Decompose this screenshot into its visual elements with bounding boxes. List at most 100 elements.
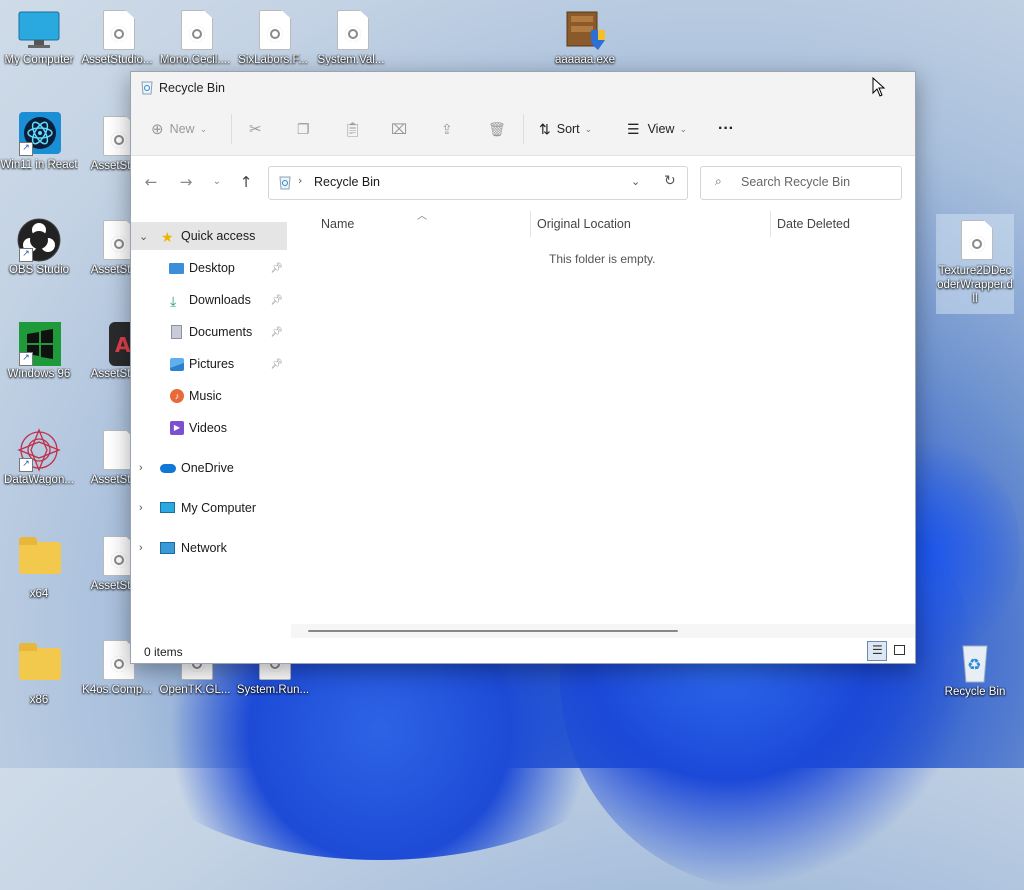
view-button[interactable]: ☰ View ⌄	[627, 113, 687, 145]
nav-item-my-computer[interactable]: › My Computer	[131, 494, 287, 522]
horizontal-scrollbar[interactable]	[291, 624, 915, 638]
desktop-icon-texture2d-dll[interactable]: Texture2DDecoderWrapper.dll	[936, 214, 1014, 314]
dll-file-icon	[953, 218, 997, 262]
desktop-icon-x64-folder[interactable]: x64	[0, 534, 78, 600]
desktop-icon-win11-react[interactable]: ↗ Win11 in React	[0, 112, 78, 172]
nav-item-videos[interactable]: ▶ Videos	[131, 414, 287, 442]
clipboard-icon: 📋︎	[344, 120, 362, 137]
nav-label: Quick access	[181, 229, 256, 243]
desktop-icon-dll[interactable]: SixLabors.F...	[234, 8, 312, 66]
desktop-icon-label: aaaaaa.exe	[554, 54, 616, 66]
column-divider[interactable]	[530, 211, 531, 237]
details-view-button[interactable]: ☰	[867, 641, 887, 661]
pin-icon[interactable]: 📌︎	[270, 327, 283, 338]
desktop-icon-recycle-bin[interactable]: ♻ Recycle Bin	[936, 640, 1014, 698]
chevron-down-icon: ⌄	[199, 123, 208, 134]
column-header-name[interactable]: Name	[321, 217, 354, 231]
pin-icon[interactable]: 📌︎	[270, 263, 283, 274]
address-path: Recycle Bin	[314, 175, 380, 189]
download-arrow-icon: ⤓	[170, 292, 177, 309]
desktop-icon-label: x86	[29, 694, 49, 706]
copy-button[interactable]: ❐	[297, 113, 310, 145]
nav-item-downloads[interactable]: ⤓ Downloads 📌︎	[131, 286, 287, 314]
shortcut-arrow-icon: ↗	[19, 458, 33, 472]
desktop-icon-dll[interactable]: AssetStudio...	[78, 8, 156, 66]
nav-label: Desktop	[189, 261, 235, 275]
desktop-icon-label: Recycle Bin	[944, 686, 1006, 698]
desktop-icon-x86-folder[interactable]: x86	[0, 640, 78, 706]
recent-chevron-icon[interactable]: ⌄	[209, 174, 225, 190]
sort-label: Sort	[556, 122, 580, 136]
refresh-icon[interactable]: ↻	[664, 173, 676, 189]
tiles-view-icon	[894, 645, 905, 655]
desktop-icon-label: My Computer	[4, 54, 74, 66]
desktop-icon-label: Mono.Cecil....	[159, 54, 231, 66]
title-bar[interactable]: Recycle Bin	[131, 72, 915, 103]
dll-file-icon	[251, 8, 295, 52]
nav-label: Network	[181, 541, 227, 555]
chevron-down-icon: ⌄	[139, 230, 149, 243]
column-divider[interactable]	[770, 211, 771, 237]
cut-button[interactable]: ✂	[249, 113, 262, 145]
nav-label: OneDrive	[181, 461, 234, 475]
desktop-icon-my-computer[interactable]: My Computer	[0, 8, 78, 66]
mandala-icon: ↗	[17, 428, 61, 472]
back-arrow-icon[interactable]: ←	[143, 174, 159, 190]
copy-icon: ❐	[297, 120, 310, 137]
tiles-view-button[interactable]	[890, 641, 910, 661]
search-box[interactable]: ⌕ Search Recycle Bin	[700, 166, 902, 200]
address-bar[interactable]: › Recycle Bin ⌄ ↻	[268, 166, 688, 200]
pin-icon[interactable]: 📌︎	[270, 359, 283, 370]
nav-item-network[interactable]: › Network	[131, 534, 287, 562]
share-button[interactable]: ⇪	[441, 113, 453, 145]
monitor-icon	[160, 502, 175, 513]
nav-item-pictures[interactable]: Pictures 📌︎	[131, 350, 287, 378]
sort-button[interactable]: ⇅ Sort ⌄	[539, 113, 592, 145]
scissors-icon: ✂	[249, 121, 262, 138]
installer-icon	[563, 8, 607, 52]
navigation-pane: ⌄ ★ Quick access Desktop 📌︎ ⤓ Downloads …	[131, 222, 289, 622]
desktop-icon-label: Texture2DDecoderWrapper.dll	[937, 265, 1013, 305]
rename-button[interactable]: ⌧	[391, 113, 407, 145]
desktop-icon-windows-96[interactable]: ↗ Windows 96	[0, 322, 78, 380]
file-list[interactable]: Name ︿ Original Location Date Deleted Th…	[289, 207, 915, 627]
list-view-icon: ☰	[627, 120, 640, 137]
more-button[interactable]: ···	[718, 113, 734, 145]
nav-item-music[interactable]: ♪ Music	[131, 382, 287, 410]
desktop-icon-label: OpenTK.GL...	[159, 684, 231, 696]
dll-file-icon	[95, 8, 139, 52]
new-button[interactable]: ⊕ New ⌄	[151, 113, 207, 145]
recycle-bin-icon	[279, 176, 291, 190]
nav-item-onedrive[interactable]: › OneDrive	[131, 454, 287, 482]
new-label: New	[169, 122, 195, 136]
dll-file-icon	[173, 8, 217, 52]
windows96-icon: ↗	[17, 322, 63, 366]
forward-arrow-icon[interactable]: →	[178, 174, 194, 190]
pin-icon[interactable]: 📌︎	[270, 295, 283, 306]
desktop-icon-dll[interactable]: Mono.Cecil....	[156, 8, 234, 66]
desktop-icon-datawagon[interactable]: ↗ DataWagon...	[0, 428, 78, 486]
column-header-original-location[interactable]: Original Location	[537, 217, 631, 231]
chevron-down-icon: ⌄	[679, 123, 687, 134]
column-header-date-deleted[interactable]: Date Deleted	[777, 217, 850, 231]
desktop-icon-obs-studio[interactable]: ↗ OBS Studio	[0, 218, 78, 276]
desktop-folder-icon	[169, 262, 184, 274]
delete-button[interactable]: 🗑︎	[488, 113, 506, 145]
desktop-icon-dll[interactable]: System.Val...	[312, 8, 390, 66]
desktop-icon-label: SixLabors.F...	[238, 54, 308, 66]
details-view-icon: ☰	[872, 643, 883, 657]
trash-icon: 🗑︎	[488, 120, 506, 137]
desktop-icon-label: OBS Studio	[8, 264, 70, 276]
explorer-window[interactable]: Recycle Bin ⊕ New ⌄ ✂ ❐ 📋︎ ⌧ ⇪ 🗑︎ ⇅ Sort…	[130, 71, 916, 664]
react-icon: ↗	[17, 112, 61, 156]
desktop-icon-exe[interactable]: aaaaaa.exe	[546, 8, 624, 66]
chevron-down-icon[interactable]: ⌄	[631, 175, 640, 188]
empty-folder-message: This folder is empty.	[549, 252, 656, 266]
nav-item-documents[interactable]: Documents 📌︎	[131, 318, 287, 346]
scrollbar-thumb[interactable]	[308, 630, 678, 632]
nav-item-desktop[interactable]: Desktop 📌︎	[131, 254, 287, 282]
up-arrow-icon[interactable]: ↑	[238, 174, 254, 190]
nav-item-quick-access[interactable]: ⌄ ★ Quick access	[131, 222, 287, 250]
view-label: View	[647, 122, 675, 136]
paste-button[interactable]: 📋︎	[344, 113, 362, 145]
